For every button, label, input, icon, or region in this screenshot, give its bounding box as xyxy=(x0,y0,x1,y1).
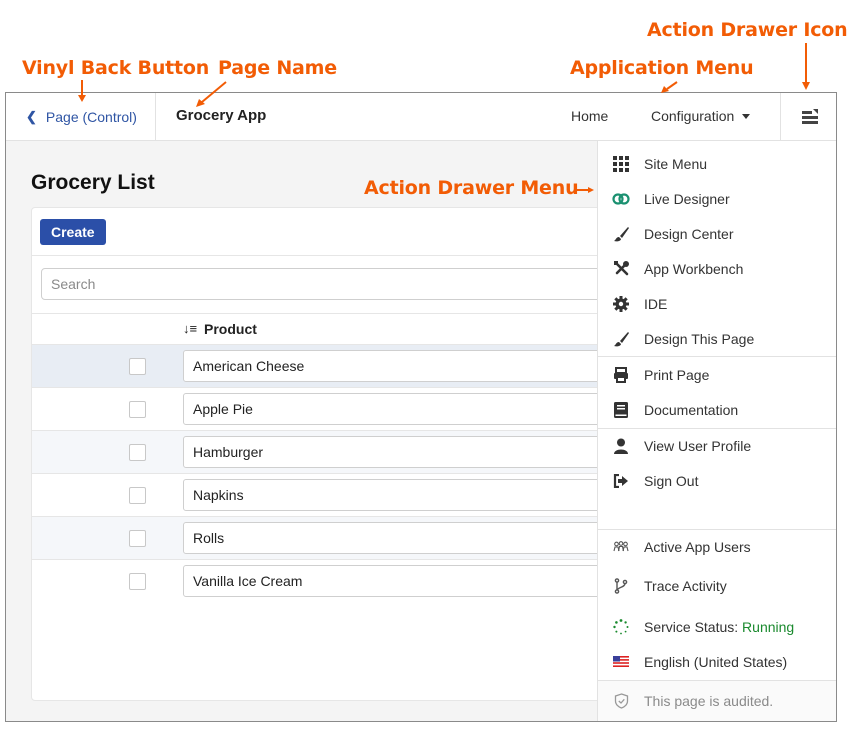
annotation-arrows xyxy=(78,43,810,193)
